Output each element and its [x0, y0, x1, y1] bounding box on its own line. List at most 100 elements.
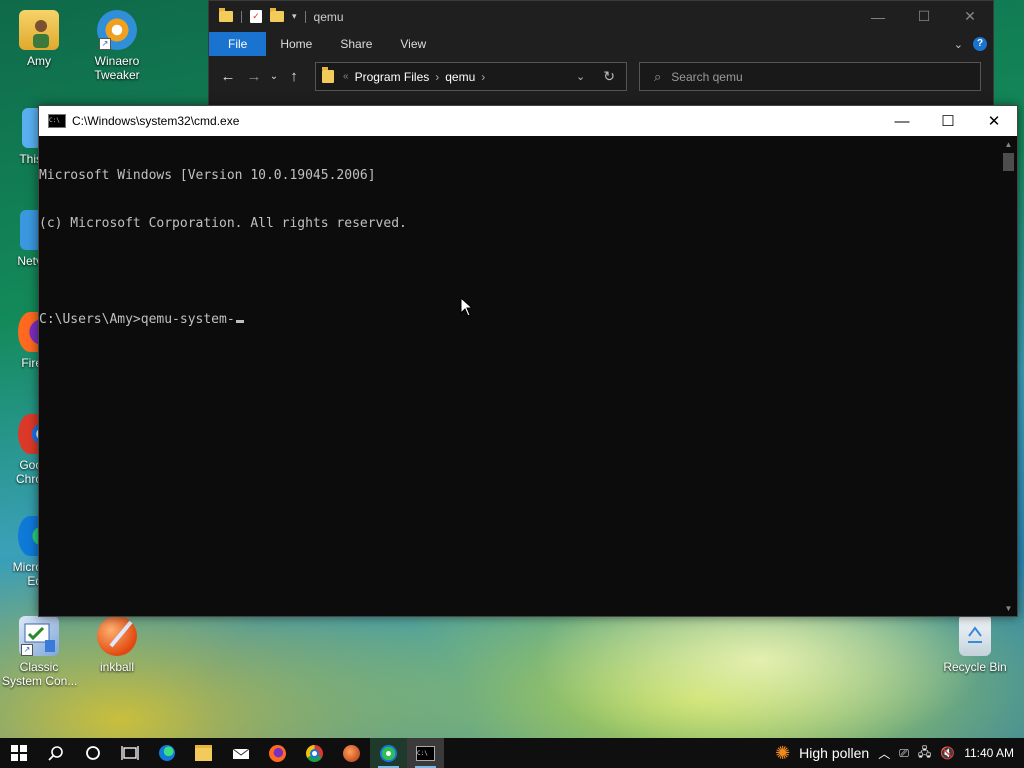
edge-icon[interactable] — [148, 738, 185, 768]
app-icon[interactable] — [333, 738, 370, 768]
desktop-icon-winaero-tweaker[interactable]: ↗ Winaero Tweaker — [80, 10, 154, 82]
address-dropdown-icon[interactable]: ⌄ — [573, 70, 588, 83]
desktop-icon-inkball[interactable]: inkball — [80, 616, 154, 674]
mouse-pointer-icon — [460, 297, 474, 317]
back-arrow-icon[interactable]: ← — [215, 68, 241, 85]
breadcrumb-separator-icon[interactable]: › — [432, 70, 442, 84]
winaero-icon[interactable] — [370, 738, 407, 768]
folder-icon — [219, 8, 233, 22]
desktop-icon-label: Recycle Bin — [943, 660, 1007, 674]
overflow-chevron-icon[interactable]: « — [340, 71, 352, 82]
desktop-icon-label: Micro Ed — [12, 560, 42, 588]
desktop-icon-label: Amy — [27, 54, 51, 68]
firefox-icon[interactable] — [259, 738, 296, 768]
network-icon[interactable]: 🖧 — [918, 743, 931, 764]
explorer-maximize-button[interactable]: ☐ — [901, 1, 947, 32]
console-line: Microsoft Windows [Version 10.0.19045.20… — [39, 168, 376, 183]
ribbon-tabs: File Home Share View ⌄ ? — [209, 32, 993, 56]
scroll-down-icon[interactable]: ▼ — [1000, 602, 1017, 616]
search-icon: ⌕ — [654, 68, 662, 84]
pollen-icon[interactable]: ✺ — [775, 743, 790, 764]
desktop-icon-microsoft-edge[interactable]: Micro Ed — [0, 516, 42, 588]
scroll-up-icon[interactable]: ▲ — [1000, 138, 1017, 152]
desktop: Amy ↗ Winaero Tweaker This Netv Fire Goo… — [0, 0, 1024, 738]
separator — [241, 10, 242, 23]
search-input[interactable]: Search qemu — [671, 70, 742, 84]
help-icon[interactable]: ? — [973, 37, 987, 51]
up-arrow-icon[interactable]: ↑ — [281, 68, 307, 85]
explorer-window-title: qemu — [313, 9, 344, 24]
console-output[interactable]: Microsoft Windows [Version 10.0.19045.20… — [39, 136, 999, 616]
desktop-icon-recycle-bin[interactable]: Recycle Bin — [938, 616, 1012, 674]
shortcut-arrow-icon: ↗ — [99, 38, 111, 50]
start-icon[interactable] — [0, 738, 37, 768]
forward-arrow-icon[interactable]: → — [241, 68, 267, 85]
file-explorer-icon[interactable] — [185, 738, 222, 768]
system-tray: ✺ High pollen ︿ ⎚ 🖧 🔇 11:40 AM — [775, 743, 1024, 764]
desktop-icon-label: Fire — [21, 356, 42, 370]
show-hidden-icons-icon[interactable]: ︿ — [878, 745, 890, 762]
tab-file[interactable]: File — [209, 32, 267, 56]
chrome-icon[interactable] — [296, 738, 333, 768]
cmd-close-button[interactable]: ✕ — [971, 106, 1017, 136]
task-view-icon[interactable] — [111, 738, 148, 768]
cmd-window-title: C:\Windows\system32\cmd.exe — [72, 114, 240, 128]
cortana-icon[interactable] — [74, 738, 111, 768]
explorer-close-button[interactable]: ✕ — [947, 1, 993, 32]
command-prompt-window: C:\ C:\Windows\system32\cmd.exe — ☐ ✕ Mi… — [38, 105, 1018, 617]
meet-now-icon[interactable]: ⎚ — [899, 746, 909, 761]
search-box[interactable]: ⌕ Search qemu — [639, 62, 981, 91]
classic-control-panel-icon: ↗ — [19, 616, 59, 656]
desktop-icon-label: Winaero Tweaker — [94, 54, 140, 82]
customize-quick-access-icon[interactable]: ▾ — [292, 11, 297, 22]
cmd-maximize-button[interactable]: ☐ — [925, 106, 971, 136]
explorer-window-buttons: — ☐ ✕ — [855, 1, 993, 32]
desktop-icon-classic-control-panel[interactable]: ↗ Classic System Con... — [2, 616, 78, 688]
desktop-icon-google-chrome[interactable]: Goo Chro — [0, 414, 42, 486]
desktop-icon-label: inkball — [99, 660, 135, 674]
recent-locations-icon[interactable]: ⌄ — [267, 71, 281, 82]
properties-icon[interactable]: ✓ — [250, 10, 262, 23]
mail-icon[interactable] — [222, 738, 259, 768]
shortcut-arrow-icon: ↗ — [21, 644, 33, 656]
quick-access-toolbar: ✓ ▾ qemu — [209, 8, 344, 24]
file-explorer-window: ✓ ▾ qemu — ☐ ✕ File Home Share View ⌄ ? … — [208, 0, 994, 108]
explorer-minimize-button[interactable]: — — [855, 1, 901, 32]
weather-text[interactable]: High pollen — [799, 745, 869, 761]
refresh-icon[interactable]: ↻ — [600, 68, 618, 85]
volume-muted-icon[interactable]: 🔇 — [940, 746, 955, 760]
cmd-title-bar[interactable]: C:\ C:\Windows\system32\cmd.exe — ☐ ✕ — [39, 106, 1017, 136]
desktop-icon-amy[interactable]: Amy — [2, 10, 76, 68]
console-input-line[interactable]: C:\Users\Amy>qemu-system- — [39, 312, 999, 328]
desktop-icon-network[interactable]: Netv — [0, 210, 42, 268]
expand-ribbon-icon[interactable]: ⌄ — [954, 38, 963, 51]
new-folder-icon[interactable] — [270, 8, 284, 22]
desktop-icon-firefox[interactable]: Fire — [0, 312, 42, 370]
taskbar: C:\ ✺ High pollen ︿ ⎚ 🖧 🔇 11:40 AM — [0, 738, 1024, 768]
cmd-minimize-button[interactable]: — — [879, 106, 925, 136]
scrollbar-thumb[interactable] — [1003, 153, 1014, 171]
folder-icon — [322, 67, 334, 83]
search-icon[interactable] — [37, 738, 74, 768]
user-folder-icon — [19, 10, 59, 50]
desktop-icon-label: Goo Chro — [15, 458, 42, 486]
cmd-icon[interactable]: C:\ — [407, 738, 444, 768]
desktop-icon-this-pc[interactable]: This — [0, 108, 42, 166]
recycle-bin-icon — [959, 616, 991, 656]
cmd-window-buttons: — ☐ ✕ — [879, 106, 1017, 136]
vertical-scrollbar[interactable]: ▲ ▼ — [1000, 136, 1017, 616]
clock[interactable]: 11:40 AM — [964, 746, 1014, 760]
desktop-icon-label: Classic System Con... — [2, 660, 78, 688]
address-bar[interactable]: « Program Files › qemu › ⌄ ↻ — [315, 62, 627, 91]
tab-share[interactable]: Share — [326, 32, 386, 56]
tab-view[interactable]: View — [386, 32, 440, 56]
breadcrumb-qemu[interactable]: qemu — [442, 70, 478, 84]
inkball-icon — [97, 616, 137, 656]
desktop-icon-label: Netv — [17, 254, 42, 268]
ribbon-right: ⌄ ? — [954, 37, 993, 51]
breadcrumb-program-files[interactable]: Program Files — [352, 70, 433, 84]
breadcrumb-separator-icon[interactable]: › — [478, 70, 488, 84]
tab-home[interactable]: Home — [266, 32, 326, 56]
console-line: (c) Microsoft Corporation. All rights re… — [39, 216, 407, 231]
